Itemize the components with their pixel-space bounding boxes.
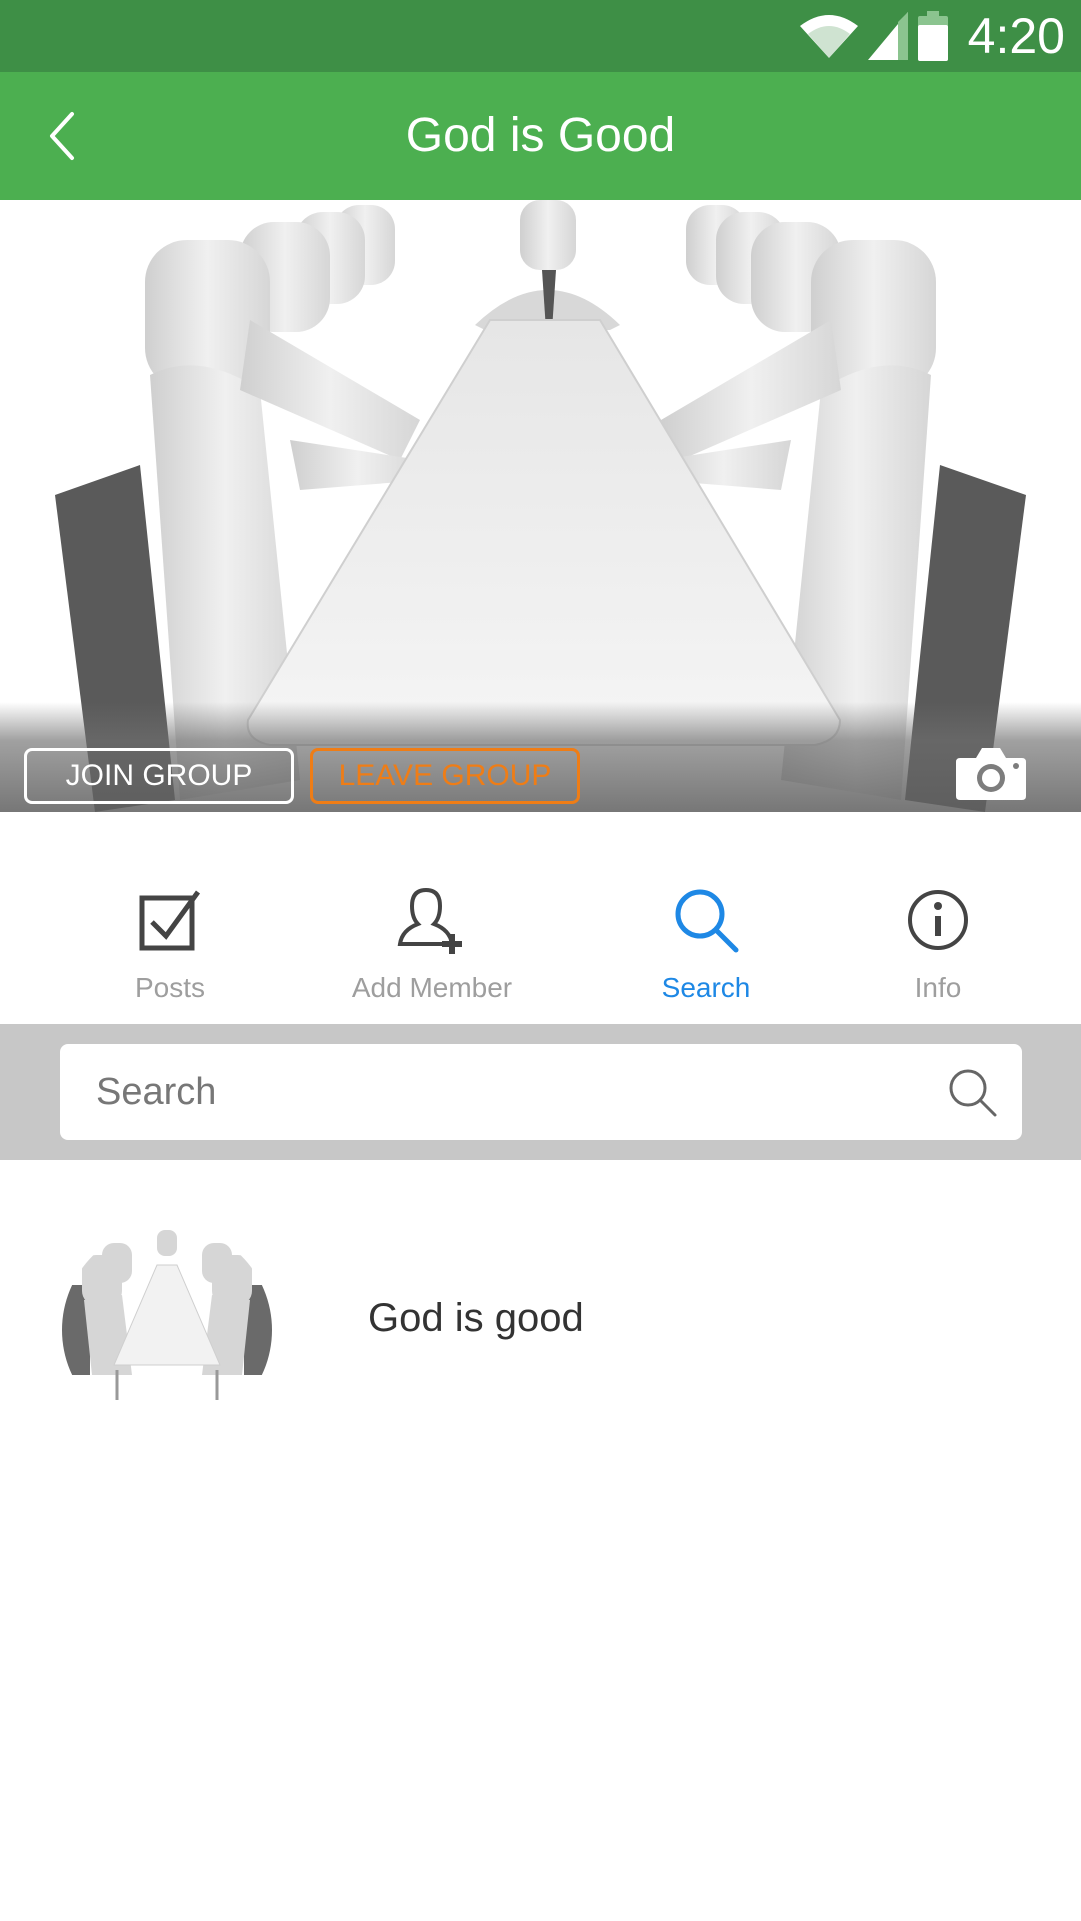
wifi-icon — [799, 15, 858, 58]
tab-label-info: Info — [914, 972, 962, 1003]
add-user-icon — [397, 887, 462, 954]
cellular-signal-icon — [867, 12, 908, 60]
group-cover-image — [0, 200, 1081, 812]
search-input[interactable] — [96, 1044, 916, 1140]
checkbox-icon — [139, 890, 201, 951]
tab-add-member[interactable]: Add Member — [322, 860, 542, 1010]
status-time: 4:20 — [967, 8, 1065, 64]
leave-group-button[interactable]: LEAVE GROUP — [310, 748, 580, 804]
app-bar: God is Good — [0, 72, 1081, 200]
conference-table-thumbnail — [62, 1230, 272, 1400]
change-cover-button[interactable] — [956, 744, 1026, 800]
tab-search[interactable]: Search — [596, 860, 816, 1010]
search-bar — [0, 1024, 1081, 1160]
tab-info[interactable]: Info — [828, 860, 1048, 1010]
status-bar: 4:20 — [0, 0, 1081, 72]
list-item[interactable]: God is good — [0, 1200, 1081, 1440]
join-group-button[interactable]: JOIN GROUP — [24, 748, 294, 804]
search-icon[interactable] — [946, 1066, 998, 1118]
camera-icon — [956, 748, 1026, 800]
group-name: God is good — [368, 1296, 584, 1340]
battery-icon — [917, 11, 948, 61]
info-icon — [908, 890, 968, 950]
avatar — [62, 1225, 272, 1435]
search-box — [60, 1044, 1022, 1140]
tab-label-posts: Posts — [134, 972, 206, 1003]
page-title: God is Good — [405, 109, 676, 162]
tab-label-add-member: Add Member — [351, 972, 513, 1003]
status-icons: 4:20 — [799, 8, 1065, 64]
tab-posts[interactable]: Posts — [60, 860, 280, 1010]
group-tabs: Posts Add Member Search Info — [0, 860, 1081, 1020]
tab-label-search: Search — [661, 972, 751, 1003]
search-icon — [675, 889, 739, 953]
